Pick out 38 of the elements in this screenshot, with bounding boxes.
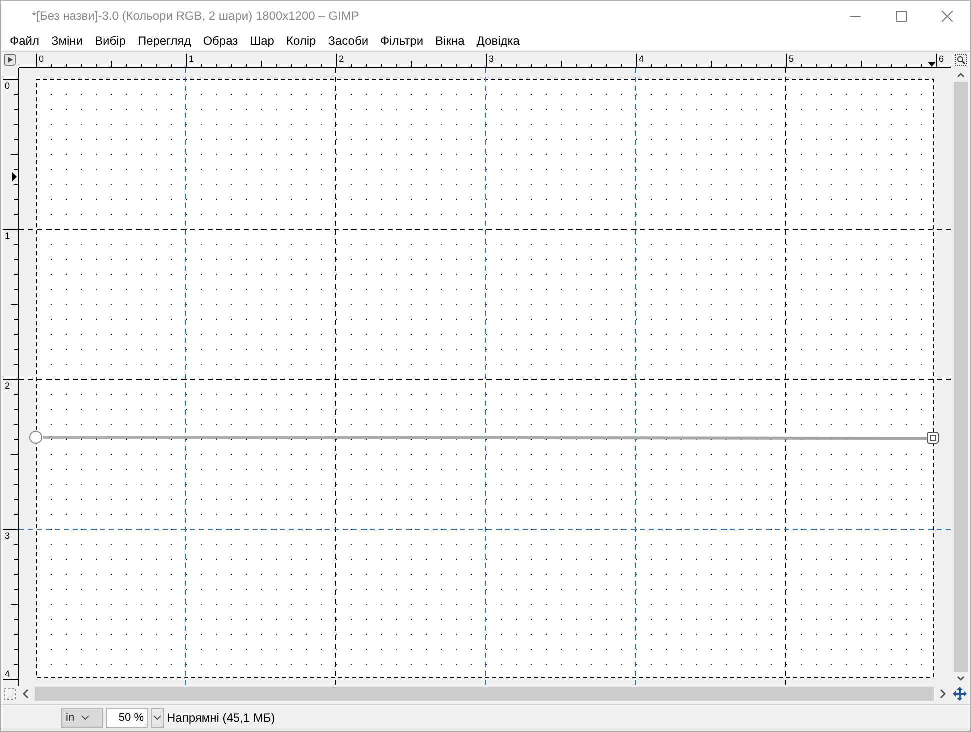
menu-item[interactable]: Вибір: [89, 32, 132, 50]
menu-item[interactable]: Файл: [4, 32, 46, 50]
menu-item[interactable]: Засоби: [322, 32, 375, 50]
vertical-scrollbar-thumb[interactable]: [954, 82, 968, 672]
ruler-label: 0: [5, 81, 10, 92]
menu-icon[interactable]: [4, 54, 16, 66]
menu-item[interactable]: Вікна: [430, 32, 471, 50]
zoom-dropdown-button[interactable]: [151, 708, 164, 728]
caret-icon: [153, 715, 162, 722]
window-title: *[Без назви]-3.0 (Кольори RGB, 2 шари) 1800x1200 – GIMP: [31, 8, 360, 25]
zoom-icon[interactable]: [954, 54, 967, 66]
quick-mask-icon[interactable]: [4, 688, 16, 700]
ruler-label: 3: [488, 54, 494, 64]
horizontal-scrollbar-thumb[interactable]: [35, 687, 934, 702]
navigate-icon[interactable]: [952, 686, 968, 702]
ruler-label: 5: [788, 54, 794, 64]
caret-icon: [80, 715, 90, 722]
ruler-label: 4: [638, 54, 644, 64]
ruler-label: 2: [338, 54, 344, 64]
menu-item[interactable]: Перегляд: [132, 32, 198, 50]
close-icon: [942, 10, 952, 22]
status-message: Напрямні (45,1 МБ): [167, 710, 276, 728]
ruler-label: 1: [188, 54, 194, 64]
zoom-field[interactable]: 50 %: [106, 708, 148, 728]
menu-item[interactable]: Образ: [197, 32, 244, 50]
menu-item[interactable]: Зміни: [46, 32, 90, 50]
ruler-label: 6: [938, 54, 944, 64]
menu-item[interactable]: Шар: [244, 32, 280, 50]
menu-item[interactable]: Фільтри: [374, 32, 430, 50]
menu-item[interactable]: Колір: [280, 32, 322, 50]
ruler-label: 1: [5, 231, 10, 242]
menu-item[interactable]: Довідка: [470, 32, 526, 50]
ruler-label: 2: [5, 381, 10, 392]
unit-dropdown[interactable]: in: [61, 708, 103, 728]
maximize-icon: [896, 10, 906, 22]
ruler-label: 4: [5, 669, 10, 680]
ruler-label: 0: [38, 54, 44, 64]
ruler-label: 3: [5, 531, 10, 542]
